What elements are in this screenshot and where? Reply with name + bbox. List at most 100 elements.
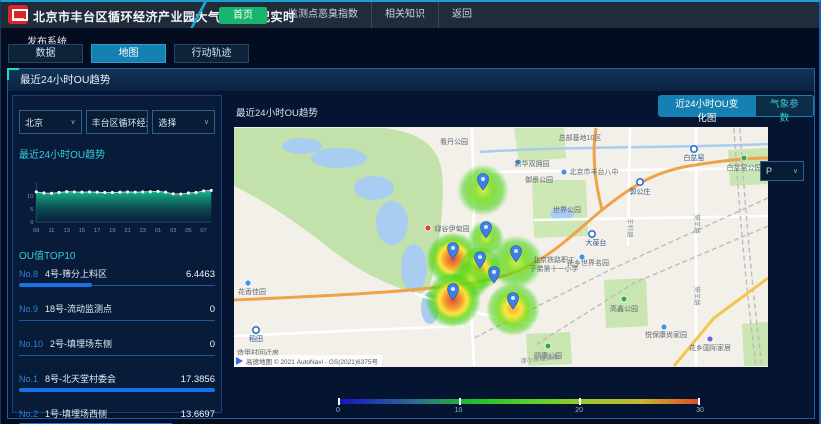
- map-label: 悦保康尚家园: [645, 330, 687, 339]
- top-list-row[interactable]: No.1 8号-北天堂村委会 17.3856: [19, 372, 215, 402]
- app-window: 北京市丰台区循环经济产业园大气恶臭状况实时 首页 监测点恶臭指数 相关知识 返回…: [0, 0, 821, 424]
- svg-text:03: 03: [170, 228, 176, 234]
- point-name: 2号-填埋场东侧: [50, 337, 210, 350]
- map-section-title: 最近24小时OU趋势: [236, 105, 318, 119]
- svg-text:13: 13: [64, 228, 70, 234]
- filter-selects: 北京 ∨ 丰台区循环经济产 ∨ 选择 ∨: [19, 110, 215, 134]
- poi-icon: [425, 225, 431, 231]
- nav-knowledge[interactable]: 相关知识: [371, 2, 438, 28]
- svg-text:0: 0: [30, 220, 33, 226]
- point-select-value: 选择: [158, 116, 176, 129]
- park-icon: [621, 296, 627, 302]
- ou-value: 13.6697: [181, 409, 215, 420]
- map-label: 花乡世界名园: [567, 258, 609, 267]
- metro-station-icon: [589, 231, 595, 237]
- main-panel: 最近24小时OU趋势 北京 ∨ 丰台区循环经济产 ∨ 选择 ∨ 最近24小时OU…: [7, 68, 815, 419]
- map-label: 丰科路: [626, 218, 635, 238]
- top-list-row[interactable]: No.8 4号-筛分上料区 6.4463: [19, 267, 215, 297]
- scale-tick: [459, 398, 461, 405]
- svg-text:21: 21: [124, 228, 130, 234]
- map-label: 绿谷伊甸园: [435, 224, 470, 233]
- svg-text:17: 17: [94, 228, 100, 234]
- map-label: 高鑫公园: [610, 304, 638, 313]
- app-logo-icon: [8, 5, 28, 24]
- map-attribution: 高德地图 © 2021 AutoNavi - GS(2021)6375号: [234, 355, 382, 367]
- scale-label: 10: [455, 407, 463, 414]
- chevron-down-icon: ∨: [204, 118, 209, 126]
- map-label: 新华双拥园: [515, 159, 550, 168]
- rank-label: No.2: [19, 409, 38, 419]
- value-bar: [19, 353, 215, 359]
- ou-value: 0: [210, 339, 215, 350]
- city-select-value: 北京: [25, 116, 43, 129]
- map-label: 白盆窑: [684, 153, 705, 162]
- svg-text:23: 23: [140, 228, 146, 234]
- nav-back[interactable]: 返回: [438, 2, 485, 28]
- map-label: 世界公园: [553, 205, 581, 214]
- rank-label: No.1: [19, 374, 38, 384]
- top-list-row[interactable]: No.2 1号-填埋场西侧 13.6697: [19, 407, 215, 424]
- map-mode-buttons: 近24小时OU变化图 气象参数: [658, 95, 814, 117]
- map-label: 樊羊路: [693, 286, 702, 306]
- point-select[interactable]: 选择 ∨: [152, 110, 215, 134]
- point-name: 1号-填埋场西侧: [45, 407, 181, 420]
- map-label: 御景公园: [525, 175, 553, 184]
- ou-value: 17.3856: [181, 374, 215, 385]
- chevron-down-icon: ∨: [793, 167, 798, 175]
- header: 北京市丰台区循环经济产业园大气恶臭状况实时 首页 监测点恶臭指数 相关知识 返回: [1, 2, 819, 28]
- area-select[interactable]: 丰台区循环经济产 ∨: [86, 110, 149, 134]
- map-label: 郭公庄: [630, 187, 651, 196]
- area-select-value: 丰台区循环经济产: [92, 116, 149, 129]
- ou-change-map-button[interactable]: 近24小时OU变化图: [658, 95, 756, 117]
- trend-section-title: 最近24小时OU趋势: [19, 146, 215, 161]
- publish-bar: 发布系统 数据 地图 行动轨迹: [1, 30, 819, 68]
- tab-data[interactable]: 数据: [8, 44, 83, 63]
- nav-home[interactable]: 首页: [219, 7, 267, 24]
- top-list-row[interactable]: No.10 2号-填埋场东侧 0: [19, 337, 215, 367]
- svg-text:05: 05: [185, 228, 191, 234]
- metro-station-icon: [253, 327, 259, 333]
- heat-scale-gradient: [338, 399, 700, 404]
- city-select[interactable]: 北京 ∨: [19, 110, 82, 134]
- tab-map[interactable]: 地图: [91, 44, 166, 63]
- scale-label: 30: [696, 407, 704, 414]
- rank-label: No.8: [19, 269, 38, 279]
- amap-logo-icon: [236, 357, 243, 365]
- map-label: 花香佳园: [238, 287, 266, 296]
- map[interactable]: 看丹公园总部基地10区新华双拥园北京市丰台八中御景公园世界公园郭公庄白盆窑白盆窑…: [234, 127, 768, 367]
- svg-text:11: 11: [49, 228, 55, 234]
- map-mini-select[interactable]: P ∨: [760, 161, 804, 181]
- nav-odor-index[interactable]: 监测点恶臭指数: [275, 2, 371, 28]
- value-bar: [19, 318, 215, 324]
- map-label: 樊羊路: [693, 214, 702, 234]
- scale-label: 0: [336, 407, 340, 414]
- metro-station-icon: [691, 146, 697, 152]
- park-icon: [545, 343, 551, 349]
- top-list: No.8 4号-筛分上料区 6.4463 No.9 18号-流动监测点 0: [19, 267, 215, 424]
- point-name: 4号-筛分上料区: [45, 267, 186, 280]
- scale-tick: [338, 398, 340, 405]
- scale-tick: [698, 398, 700, 405]
- panel-title: 最近24小时OU趋势: [8, 74, 110, 86]
- logo-subtext-decor: [12, 18, 24, 20]
- tab-track[interactable]: 行动轨迹: [174, 44, 249, 63]
- top-list-row[interactable]: No.9 18号-流动监测点 0: [19, 302, 215, 332]
- scale-label: 20: [575, 407, 583, 414]
- chevron-down-icon: ∨: [71, 118, 76, 126]
- heat-scale-legend: 0 10 20 30: [338, 399, 700, 417]
- trend-chart: 0510091113151719212301030507: [19, 165, 217, 239]
- poi-icon: [561, 169, 567, 175]
- value-bar: [19, 283, 215, 289]
- main-nav: 首页 监测点恶臭指数 相关知识 返回: [219, 2, 485, 28]
- map-label: 北京市丰台八中: [570, 167, 619, 176]
- map-canvas: 看丹公园总部基地10区新华双拥园北京市丰台八中御景公园世界公园郭公庄白盆窑白盆窑…: [234, 127, 768, 367]
- metro-station-icon: [637, 179, 643, 185]
- rank-label: No.9: [19, 304, 38, 314]
- poi-icon: [245, 280, 251, 286]
- ou-value: 0: [210, 304, 215, 315]
- point-name: 8号-北天堂村委会: [45, 372, 181, 385]
- view-tabs: 数据 地图 行动轨迹: [8, 44, 257, 63]
- weather-params-button[interactable]: 气象参数: [756, 95, 814, 117]
- svg-text:07: 07: [200, 228, 206, 234]
- poi-icon: [707, 336, 713, 342]
